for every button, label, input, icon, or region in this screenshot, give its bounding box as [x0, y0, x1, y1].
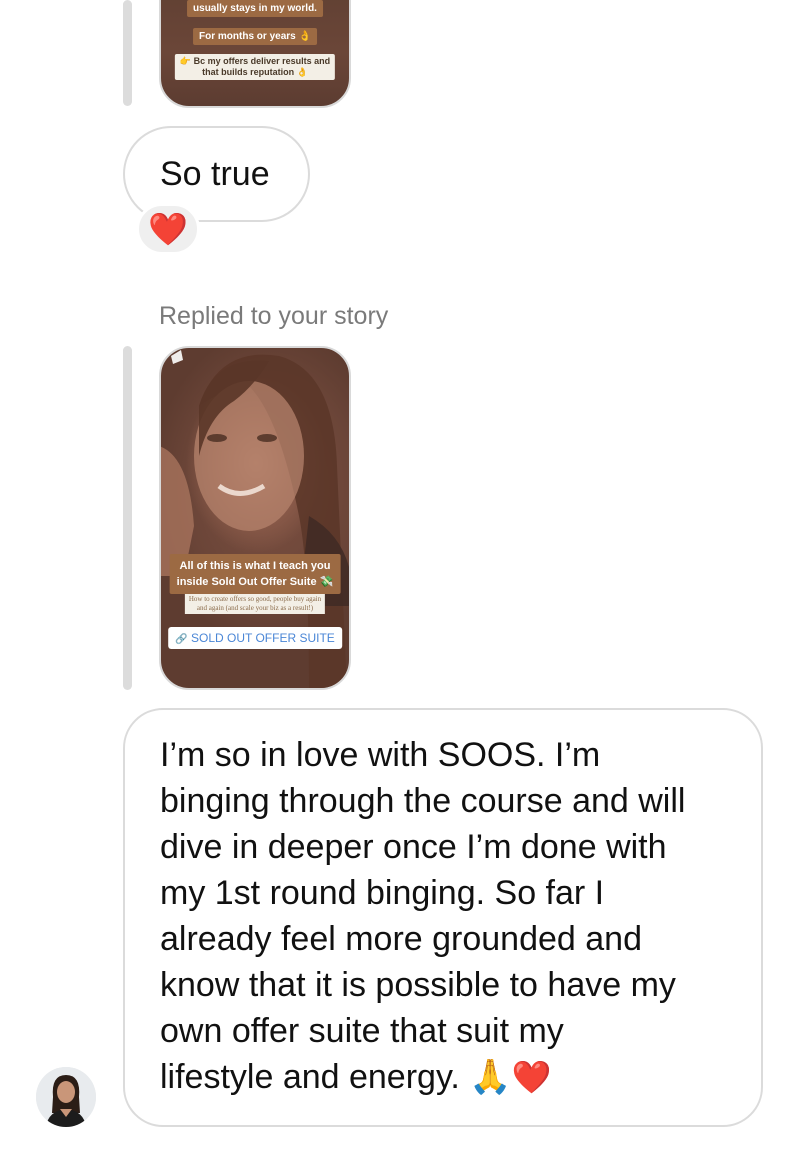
reply-indicator-bar: [123, 346, 132, 690]
message-bubble[interactable]: I’m so in love with SOOS. I’m binging th…: [123, 708, 763, 1127]
avatar[interactable]: [36, 1067, 96, 1127]
message-line: already feel more grounded and: [160, 920, 642, 958]
story-link-sticker[interactable]: 🔗 SOLD OUT OFFER SUITE: [168, 627, 342, 649]
heart-reaction-icon: ❤️: [148, 211, 188, 247]
reply-indicator-bar: [123, 0, 132, 106]
story-subtext-tag: How to create offers so good, people buy…: [184, 594, 326, 614]
message-line: my 1st round binging. So far I: [160, 874, 605, 912]
link-icon: 🔗: [175, 634, 188, 645]
message-line: own offer suite that suit my: [160, 1012, 564, 1050]
money-icon: 💸: [319, 576, 334, 588]
ok-hand-icon: 👌: [296, 67, 308, 77]
message-line-last: lifestyle and energy. 🙏❤️: [160, 1058, 552, 1096]
story-thumbnail-previous[interactable]: usually stays in my world. For months or…: [159, 0, 351, 108]
praying-hands-icon: 🙏: [469, 1058, 512, 1096]
message-line: dive in deeper once I’m done with: [160, 828, 667, 866]
avatar-image: [36, 1067, 96, 1127]
story-text-tag: All of this is what I teach you inside S…: [169, 554, 341, 594]
story-thumbnail[interactable]: All of this is what I teach you inside S…: [159, 346, 351, 690]
message-text: So true: [160, 155, 270, 193]
story-text-tag: For months or years 👌: [193, 28, 317, 45]
message-line: I’m so in love with SOOS. I’m: [160, 736, 601, 774]
story-text-tag: usually stays in my world.: [187, 0, 323, 17]
replied-to-story-label: Replied to your story: [159, 302, 389, 330]
story-text-tag: 👉 Bc my offers deliver results and that …: [174, 54, 336, 80]
message-reaction[interactable]: ❤️: [136, 203, 200, 255]
heart-icon: ❤️: [511, 1059, 552, 1095]
message-line: know that it is possible to have my: [160, 966, 676, 1004]
pointing-hand-icon: 👉: [179, 56, 192, 66]
ok-hand-icon: 👌: [298, 31, 311, 42]
message-line: binging through the course and will: [160, 782, 686, 820]
